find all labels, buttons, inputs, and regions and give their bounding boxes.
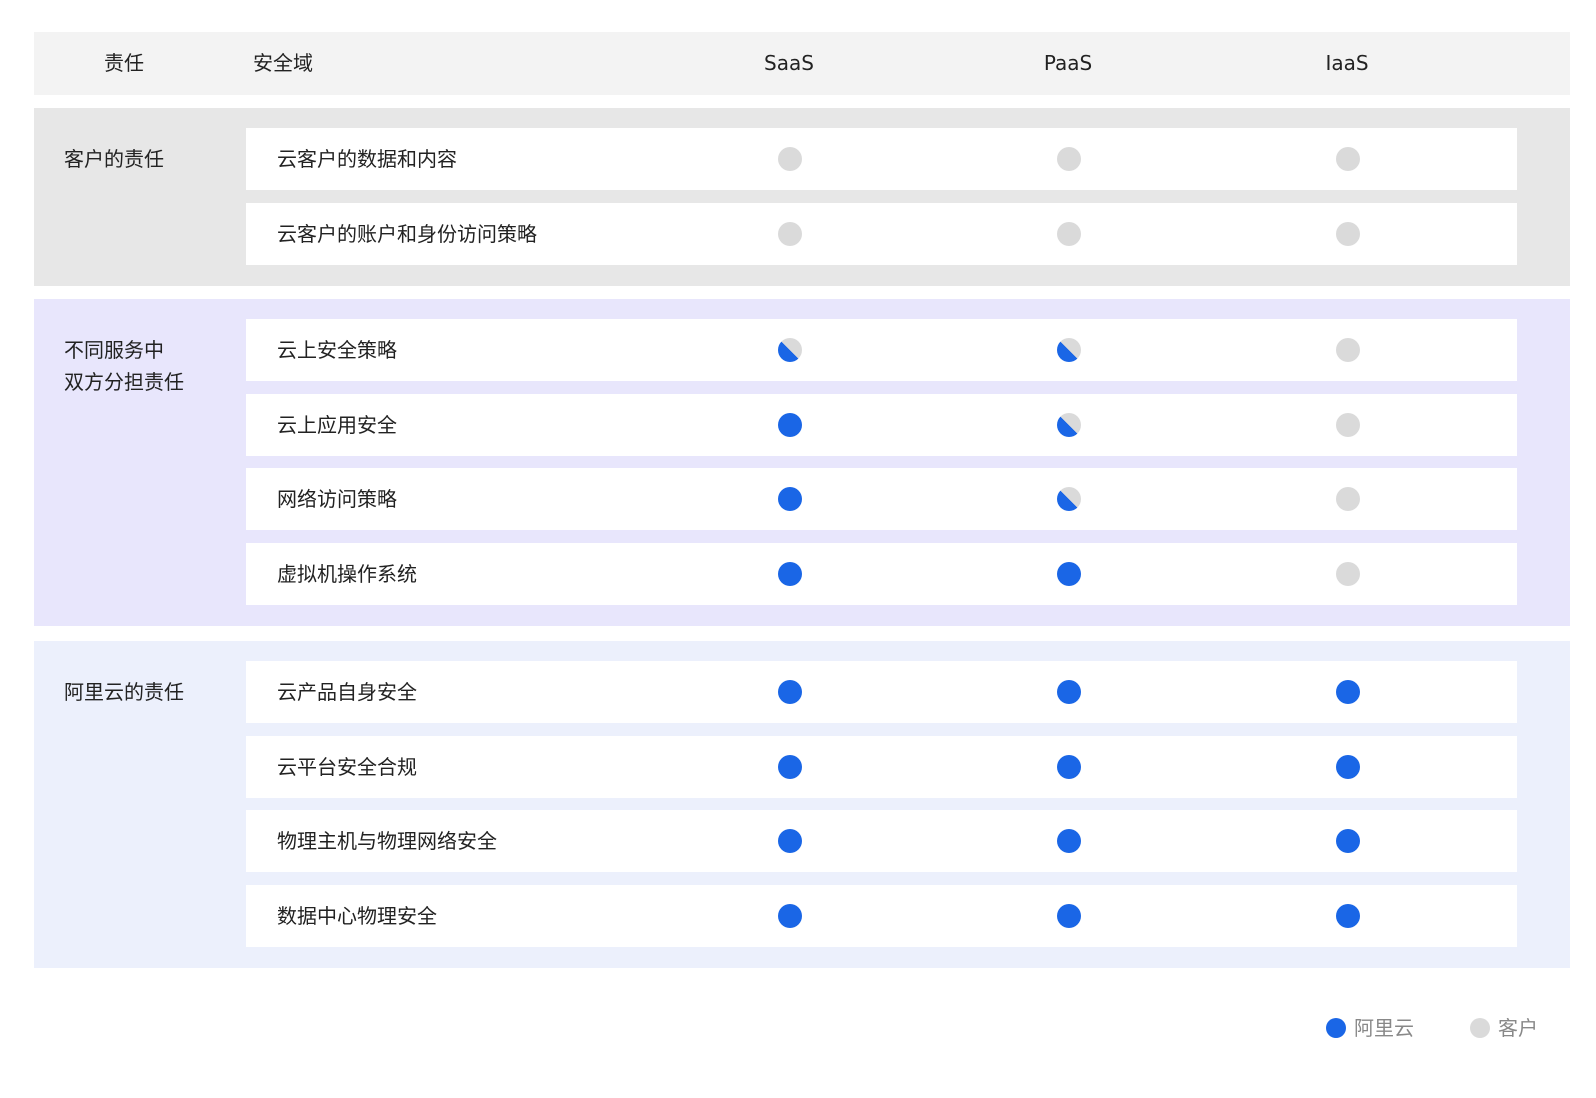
legend-label-customer: 客户 <box>1498 1016 1538 1040</box>
header-iaas: IaaS <box>1325 51 1369 75</box>
table-row: 虚拟机操作系统 <box>246 543 1517 605</box>
legend-marker-alibaba <box>1326 1018 1346 1038</box>
table-row: 云上安全策略 <box>246 319 1517 381</box>
customer-responsibility-dot <box>1336 413 1360 437</box>
customer-responsibility-dot <box>778 147 802 171</box>
alibaba-responsibility-dot <box>1336 680 1360 704</box>
security-domain-label: 云客户的账户和身份访问策略 <box>277 222 537 246</box>
customer-responsibility-dot <box>1336 222 1360 246</box>
header-security-domain: 安全域 <box>253 51 313 75</box>
alibaba-responsibility-dot <box>1057 829 1081 853</box>
alibaba-responsibility-dot <box>778 487 802 511</box>
security-domain-label: 网络访问策略 <box>277 487 397 511</box>
table-row: 数据中心物理安全 <box>246 885 1517 947</box>
alibaba-responsibility-dot <box>1057 562 1081 586</box>
customer-responsibility-dot <box>1336 562 1360 586</box>
customer-responsibility-dot <box>1057 222 1081 246</box>
security-domain-label: 云产品自身安全 <box>277 680 417 704</box>
header-responsibility: 责任 <box>104 51 144 75</box>
header-saas: SaaS <box>764 51 814 75</box>
legend-label-alibaba: 阿里云 <box>1354 1016 1414 1040</box>
customer-responsibility-dot <box>778 222 802 246</box>
table-header: 责任 安全域 SaaS PaaS IaaS <box>34 32 1570 95</box>
security-domain-label: 云平台安全合规 <box>277 755 417 779</box>
shared-responsibility-dot <box>1057 487 1081 511</box>
group-shared: 不同服务中双方分担责任 云上安全策略 云上应用安全 网络访问策略 虚拟机操作系统 <box>34 299 1570 626</box>
shared-responsibility-dot <box>778 338 802 362</box>
table-row: 网络访问策略 <box>246 468 1517 530</box>
shared-responsibility-dot <box>1057 338 1081 362</box>
alibaba-responsibility-dot <box>778 755 802 779</box>
header-paas: PaaS <box>1043 51 1093 75</box>
alibaba-responsibility-dot <box>778 562 802 586</box>
alibaba-responsibility-dot <box>778 680 802 704</box>
alibaba-responsibility-dot <box>1057 680 1081 704</box>
group-label: 阿里云的责任 <box>64 676 184 708</box>
group-label-line: 客户的责任 <box>64 147 164 171</box>
group-label-line: 双方分担责任 <box>64 370 184 394</box>
customer-responsibility-dot <box>1336 338 1360 362</box>
alibaba-responsibility-dot <box>1057 755 1081 779</box>
security-domain-label: 数据中心物理安全 <box>277 904 437 928</box>
customer-responsibility-dot <box>1057 147 1081 171</box>
table-row: 云上应用安全 <box>246 394 1517 456</box>
group-label-line: 不同服务中 <box>64 338 164 362</box>
table-row: 云产品自身安全 <box>246 661 1517 723</box>
customer-responsibility-dot <box>1336 147 1360 171</box>
alibaba-responsibility-dot <box>1057 904 1081 928</box>
legend-marker-customer <box>1470 1018 1490 1038</box>
alibaba-responsibility-dot <box>1336 829 1360 853</box>
legend-item-alibaba: 阿里云 <box>1326 1013 1414 1043</box>
alibaba-responsibility-dot <box>778 413 802 437</box>
table-row: 物理主机与物理网络安全 <box>246 810 1517 872</box>
security-domain-label: 云上应用安全 <box>277 413 397 437</box>
security-domain-label: 云客户的数据和内容 <box>277 147 457 171</box>
security-domain-label: 物理主机与物理网络安全 <box>277 829 497 853</box>
security-domain-label: 虚拟机操作系统 <box>277 562 417 586</box>
legend-item-customer: 客户 <box>1470 1013 1538 1043</box>
group-customer: 客户的责任 云客户的数据和内容云客户的账户和身份访问策略 <box>34 108 1570 286</box>
table-row: 云平台安全合规 <box>246 736 1517 798</box>
group-label-line: 阿里云的责任 <box>64 680 184 704</box>
security-domain-label: 云上安全策略 <box>277 338 397 362</box>
shared-responsibility-dot <box>1057 413 1081 437</box>
table-row: 云客户的数据和内容 <box>246 128 1517 190</box>
customer-responsibility-dot <box>1336 487 1360 511</box>
alibaba-responsibility-dot <box>1336 904 1360 928</box>
group-label: 客户的责任 <box>64 143 164 175</box>
group-alibaba: 阿里云的责任 云产品自身安全 云平台安全合规物理主机与物理网络安全 数据中心物理安全 <box>34 641 1570 968</box>
alibaba-responsibility-dot <box>778 904 802 928</box>
alibaba-responsibility-dot <box>778 829 802 853</box>
group-label: 不同服务中双方分担责任 <box>64 334 184 398</box>
table-row: 云客户的账户和身份访问策略 <box>246 203 1517 265</box>
alibaba-responsibility-dot <box>1336 755 1360 779</box>
